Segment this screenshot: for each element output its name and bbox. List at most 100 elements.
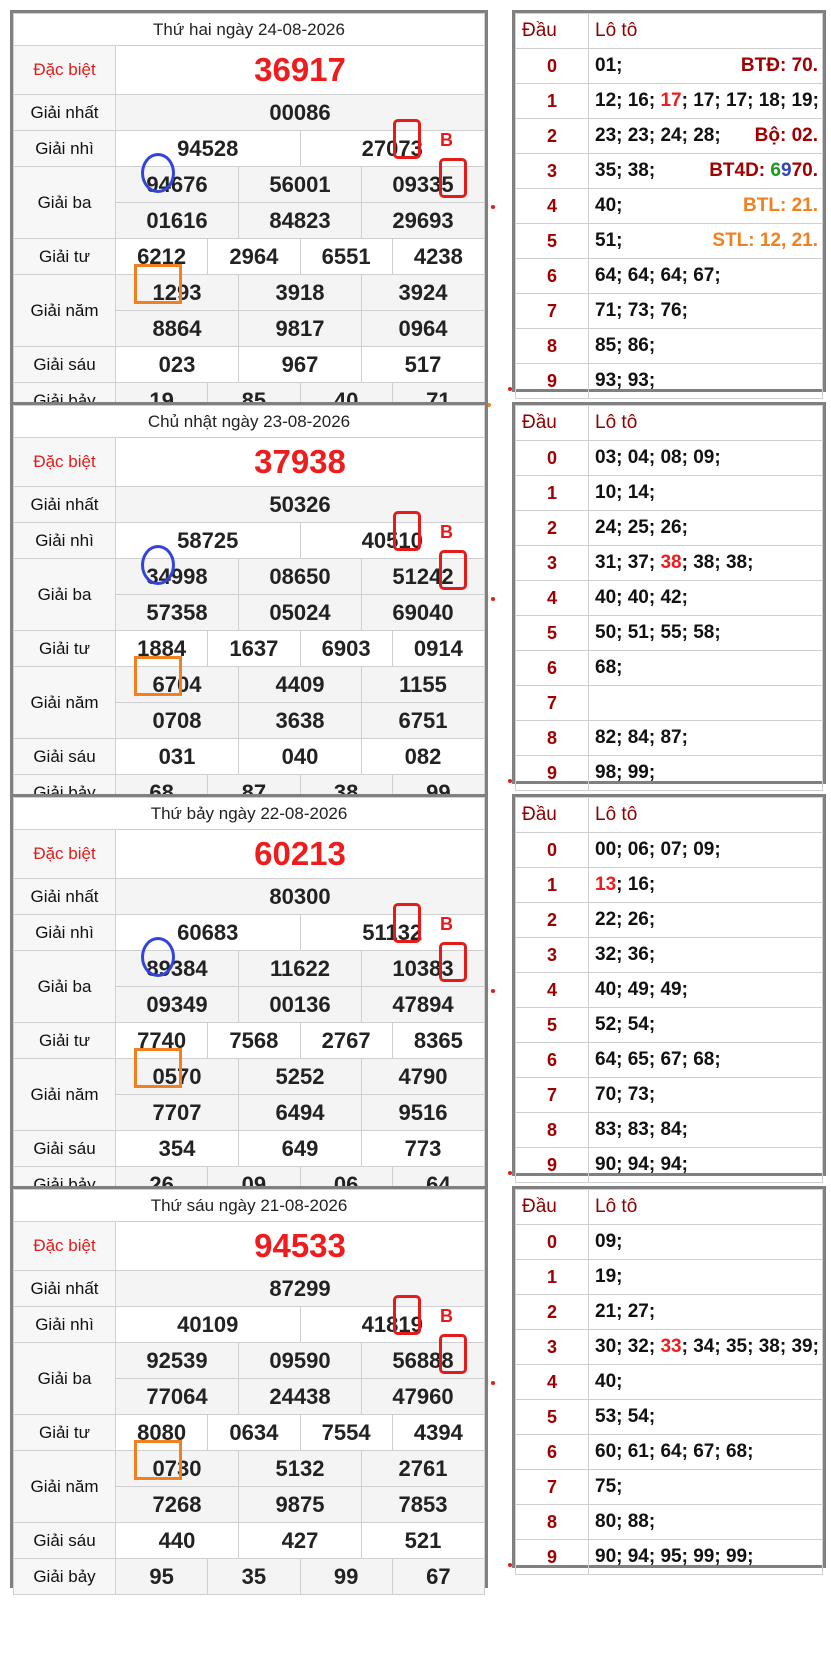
b-marker: B — [440, 522, 453, 542]
loto-number-group: 03; 04; 08; 09; — [595, 447, 721, 468]
results-table: Thứ hai ngày 24-08-2026 Đặc biệt 36917 Giải… — [10, 10, 488, 419]
sixth-prize-number: 967 — [238, 346, 362, 383]
loto-head-digit: 5 — [515, 615, 589, 651]
sixth-prize-number: 082 — [361, 738, 485, 775]
day-block: Thứ sáu ngày 21-08-2026 Đặc biệt 94533 Giải… — [0, 1176, 831, 1595]
loto-head-digit: 8 — [515, 328, 589, 364]
sixth-prize-number: 440 — [115, 1522, 239, 1559]
first-prize-number: 00086 — [115, 94, 485, 131]
loto-numbers: 71; 73; 76; — [588, 293, 823, 329]
sixth-prize-number: 521 — [361, 1522, 485, 1559]
prize-label-second: Giải nhì — [13, 1306, 116, 1343]
loto-numbers: 80; 88; — [588, 1504, 823, 1540]
loto-head-digit: 0 — [515, 48, 589, 84]
loto-head-digit: 4 — [515, 972, 589, 1008]
loto-head-digit: 7 — [515, 293, 589, 329]
loto-header: Lô tô — [588, 13, 823, 49]
third-prize-number: 34998 — [115, 558, 239, 595]
loto-number-group: 60; 61; 64; 67; 68; — [595, 1441, 754, 1462]
loto-numbers: 01; BTĐ: 70. — [588, 48, 823, 84]
third-prize-number: 47960 — [361, 1378, 485, 1415]
loto-numbers: 35; 38; BT4D: 6970. — [588, 153, 823, 189]
loto-number-group: ; 17; 17; 18; 19; — [681, 90, 819, 111]
loto-number-group: 68; — [595, 657, 623, 678]
fourth-prize-number: 7740 — [114, 1022, 209, 1059]
prize-label-seventh: Giải bảy — [13, 1558, 116, 1595]
stat-note-part: BTĐ: 70. — [740, 55, 818, 76]
third-prize-number: 08650 — [238, 558, 362, 595]
date-title: Thứ sáu ngày 21-08-2026 — [13, 1189, 485, 1222]
seventh-prize-number: 67 — [391, 1558, 486, 1595]
sixth-prize-number: 023 — [115, 346, 239, 383]
fifth-prize-number: 3918 — [238, 274, 362, 311]
loto-head-digit: 8 — [515, 1112, 589, 1148]
loto-head-digit: 9 — [515, 1539, 589, 1575]
fourth-prize-number: 7568 — [207, 1022, 301, 1059]
stat-note-part: BT4D: — [709, 160, 771, 181]
loto-numbers: 31; 37; 38; 38; 38; — [588, 545, 823, 581]
prize-label-fourth: Giải tư — [13, 630, 116, 667]
prize-label-second: Giải nhì — [13, 130, 116, 167]
loto-numbers: 40; 40; 42; — [588, 580, 823, 616]
loto-head-digit: 2 — [515, 1294, 589, 1330]
loto-head-digit: 6 — [515, 1434, 589, 1470]
loto-head-digit: 5 — [515, 223, 589, 259]
loto-numbers: 75; — [588, 1469, 823, 1505]
third-prize-number: 09349 — [115, 986, 239, 1023]
loto-head-digit: 2 — [515, 118, 589, 154]
fourth-prize-number: 2767 — [299, 1022, 393, 1059]
fourth-prize-number: 4394 — [391, 1414, 486, 1451]
stat-note-part: BTL: 21. — [743, 195, 818, 216]
prize-label-fifth: Giải năm — [13, 1058, 116, 1131]
stat-note-part: Bộ: 02. — [754, 125, 818, 146]
loto-head-digit: 6 — [515, 1042, 589, 1078]
loto-header: Lô tô — [588, 797, 823, 833]
prize-label-special: Đặc biệt — [13, 829, 116, 879]
loto-number-group: 82; 84; 87; — [595, 727, 688, 748]
second-prize-number: 58725 — [115, 522, 301, 559]
fifth-prize-number: 7853 — [361, 1486, 485, 1523]
prize-label-special: Đặc biệt — [13, 45, 116, 95]
fifth-prize-number: 4790 — [361, 1058, 485, 1095]
red-dot — [508, 1563, 512, 1567]
red-dot — [508, 1171, 512, 1175]
fifth-prize-number: 1155 — [361, 666, 485, 703]
loto-head-digit: 5 — [515, 1399, 589, 1435]
loto-head-digit: 1 — [515, 83, 589, 119]
loto-head-digit: 0 — [515, 440, 589, 476]
loto-head-digit: 3 — [515, 937, 589, 973]
prize-label-fourth: Giải tư — [13, 1022, 116, 1059]
fourth-prize-number: 6903 — [299, 630, 393, 667]
sixth-prize-number: 354 — [115, 1130, 239, 1167]
loto-number-group: 40; — [595, 195, 623, 216]
loto-numbers: 22; 26; — [588, 902, 823, 938]
third-prize-number: 57358 — [115, 594, 239, 631]
loto-head-digit: 4 — [515, 580, 589, 616]
stat-note: BTĐ: 70. — [741, 55, 818, 77]
loto-head-digit: 3 — [515, 1329, 589, 1365]
loto-head-header: Đầu — [515, 797, 589, 833]
loto-head-header: Đầu — [515, 13, 589, 49]
loto-number-group: 31; 37; — [595, 552, 661, 573]
special-prize-number: 94533 — [115, 1221, 485, 1271]
loto-number-group: 64; 64; 64; 67; — [595, 265, 721, 286]
loto-head-digit: 1 — [515, 867, 589, 903]
loto-numbers: 32; 36; — [588, 937, 823, 973]
prize-label-sixth: Giải sáu — [13, 1130, 116, 1167]
stat-note-part: 9 — [781, 160, 792, 181]
loto-numbers: 40; BTL: 21. — [588, 188, 823, 224]
fourth-prize-number: 2964 — [207, 238, 301, 275]
fifth-prize-number: 4409 — [238, 666, 362, 703]
day-block: Chủ nhật ngày 23-08-2026 Đặc biệt 37938 Giả… — [0, 392, 831, 811]
fourth-prize-number: 0634 — [207, 1414, 301, 1451]
day-block: Thứ hai ngày 24-08-2026 Đặc biệt 36917 Giải… — [0, 0, 831, 419]
loto-numbers: 12; 16; 17; 17; 17; 18; 19; — [588, 83, 823, 119]
third-prize-number: 05024 — [238, 594, 362, 631]
special-prize-number: 36917 — [115, 45, 485, 95]
fifth-prize-number: 9817 — [238, 310, 362, 347]
third-prize-number: 01616 — [115, 202, 239, 239]
prize-label-sixth: Giải sáu — [13, 738, 116, 775]
loto-number-group: 38 — [660, 552, 682, 573]
loto-numbers: 83; 83; 84; — [588, 1112, 823, 1148]
red-dot — [491, 597, 495, 601]
